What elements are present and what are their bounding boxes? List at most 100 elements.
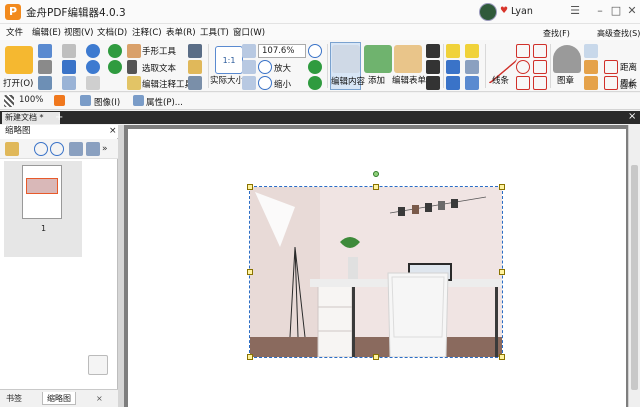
rotate-page-left-icon[interactable] [69,142,83,156]
advanced-find-button[interactable]: 高级查找(S) [597,28,640,39]
export-icon[interactable] [62,60,76,74]
vertical-scrollbar[interactable] [628,125,640,407]
find-button[interactable]: 查找(F) [543,28,570,39]
resize-handle-t[interactable] [373,184,379,190]
page-icon[interactable] [188,76,202,90]
actual-size-label[interactable]: 实际大小 [210,74,244,86]
menu-window[interactable]: 窗口(W) [233,26,265,38]
scrollbar-thumb[interactable] [631,165,638,390]
share-icon[interactable] [62,76,76,90]
fit-width-icon[interactable] [242,60,256,74]
thumb-zoom-out-icon[interactable] [50,142,64,156]
back-icon[interactable] [108,44,122,58]
text-box-icon[interactable] [426,44,440,58]
menu-form[interactable]: 表单(R) [166,26,196,38]
zoom-tool-icon[interactable] [308,44,322,58]
close-button[interactable]: ✕ [623,3,640,19]
user-avatar[interactable] [479,3,497,21]
copy-icon[interactable] [86,76,100,90]
resize-handle-b[interactable] [373,354,379,360]
save-icon[interactable] [38,44,52,58]
edit-annotation-label[interactable]: 编辑注释工具 [142,78,193,90]
menu-comment[interactable]: 注释(C) [132,26,162,38]
close-tab-button[interactable]: × [628,111,636,122]
attach-icon[interactable] [465,60,479,74]
cloud-icon[interactable] [533,76,547,90]
settings-icon[interactable] [5,142,19,156]
pattern-icon[interactable] [4,95,14,107]
fit-page-icon[interactable] [242,44,256,58]
select-text-icon[interactable] [127,60,137,74]
rotate-page-right-icon[interactable] [86,142,100,156]
forward-icon[interactable] [108,60,122,74]
thumbnails-tab[interactable]: 缩略图 [42,392,76,405]
add-label[interactable]: 添加 [368,74,385,86]
redo-icon[interactable] [86,60,100,74]
stamp-label[interactable]: 图章 [557,74,574,86]
resize-handle-br[interactable] [499,354,505,360]
menu-icon[interactable]: ☰ [566,3,584,19]
edit-content-label[interactable]: 编辑内容 [331,75,365,87]
pentagon-icon[interactable] [533,60,547,74]
page-thumbnail-selected[interactable]: 1 [4,161,82,257]
pdf-page[interactable] [128,129,626,407]
email-icon[interactable] [62,44,76,58]
rectangle-icon[interactable] [516,76,530,90]
strikeout-icon[interactable] [446,76,460,90]
undo-icon[interactable] [86,44,100,58]
menu-view[interactable]: 视图(V) [64,26,93,38]
ellipse-icon[interactable] [516,60,530,74]
add-icon[interactable] [364,45,392,73]
underline-icon[interactable] [446,60,460,74]
edit-annotation-icon[interactable] [127,76,141,90]
actual-size-icon[interactable]: 1:1 [215,46,243,74]
eraser-icon[interactable] [584,60,598,74]
resize-handle-tr[interactable] [499,184,505,190]
fill-color-icon[interactable] [54,95,65,106]
thumb-zoom-in-icon[interactable] [34,142,48,156]
new-tab-button[interactable]: + [55,112,63,123]
distance-icon[interactable] [604,60,618,74]
scan-icon[interactable] [38,76,52,90]
note-icon[interactable] [465,44,479,58]
rotate-handle[interactable] [373,171,379,177]
open-folder-icon[interactable] [5,46,33,74]
menu-document[interactable]: 文档(D) [97,26,127,38]
edit-form-label[interactable]: 编辑表单 [392,74,426,86]
menu-file[interactable]: 文件 [6,26,23,38]
page-thumbnail[interactable] [22,165,62,219]
edit-form-icon[interactable] [394,45,422,73]
line-zoom-combo[interactable]: 100% [16,94,46,108]
clipboard-icon[interactable] [188,60,202,74]
text-replace-icon[interactable] [426,76,440,90]
hand-tool-label[interactable]: 手形工具 [142,45,176,57]
zoom-out-label[interactable]: 缩小 [274,78,291,90]
polygon-icon[interactable] [533,44,547,58]
perimeter-icon[interactable] [604,76,618,90]
select-text-label[interactable]: 选取文本 [142,62,176,74]
snapshot-icon[interactable] [188,44,202,58]
panel-close-icon[interactable]: × [109,126,117,136]
arrow-icon[interactable] [516,44,530,58]
find-icon[interactable] [584,44,598,58]
pencil-icon[interactable] [584,76,598,90]
properties-menu[interactable]: 属性(P)... [146,96,183,108]
print-icon[interactable] [38,60,52,74]
resize-handle-r[interactable] [499,269,505,275]
resize-handle-tl[interactable] [247,184,253,190]
menu-edit[interactable]: 编辑(E) [32,26,61,38]
lines-label[interactable]: 线条 [492,74,509,86]
highlight-text-icon[interactable] [446,44,460,58]
rotate-left-icon[interactable] [308,60,322,74]
document-tab[interactable]: 新建文档 * [2,112,60,124]
hand-tool-icon[interactable] [127,44,141,58]
zoom-combo[interactable]: 107.6% [258,44,306,58]
resize-handle-bl[interactable] [247,354,253,360]
image-menu[interactable]: 图像(I) [94,96,120,108]
user-name[interactable]: Lyan [511,6,533,17]
bookmarks-tab[interactable]: 书签 [2,392,26,405]
rotate-right-icon[interactable] [308,76,322,90]
open-button-label[interactable]: 打开(O) [3,77,33,89]
more-icon[interactable]: » [102,142,116,156]
zoom-out-icon[interactable] [258,76,272,90]
